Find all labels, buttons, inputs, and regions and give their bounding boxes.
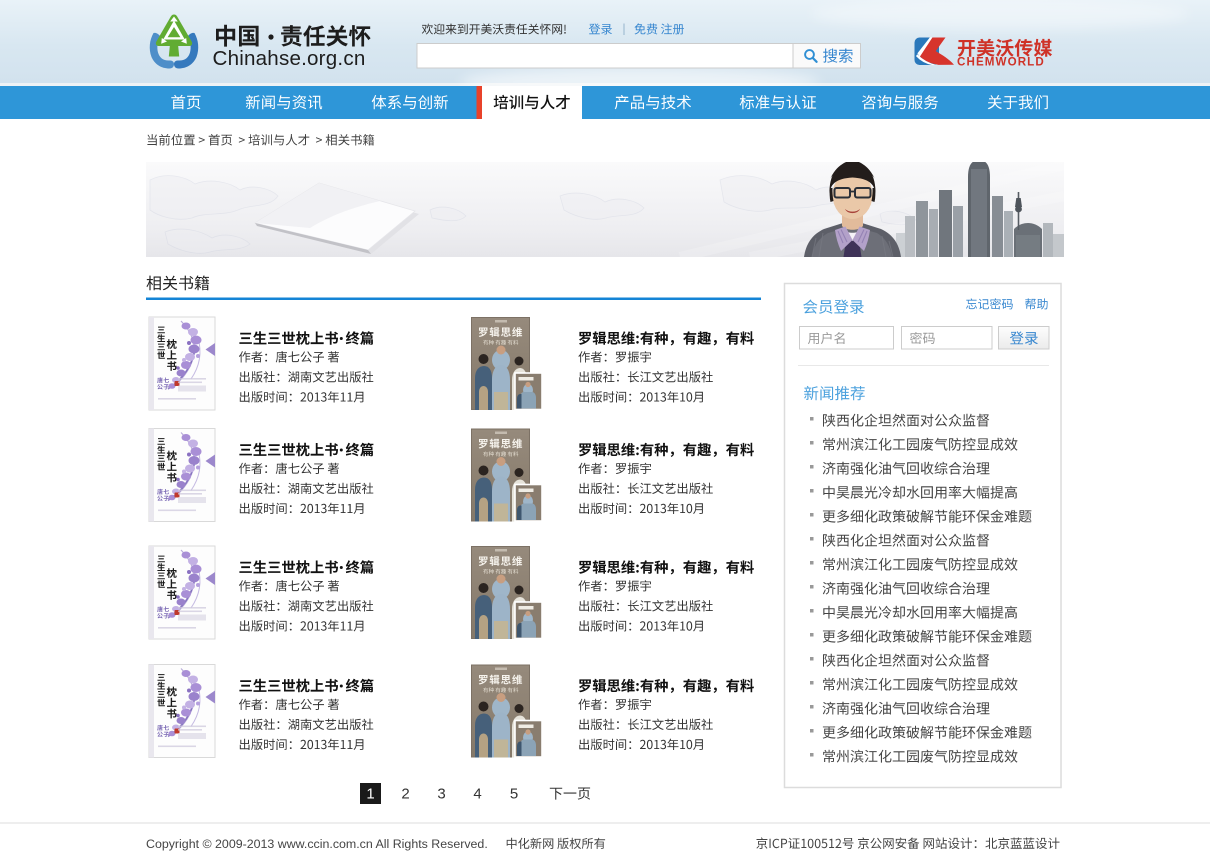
svg-text:4: 4 [473,786,481,803]
svg-text:Chinahse.org.cn: Chinahse.org.cn [213,47,366,70]
svg-text:3: 3 [437,786,445,803]
svg-text:CHEMWORLD: CHEMWORLD [957,56,1045,69]
svg-text:Copyright © 2009-2013 www.ccin: Copyright © 2009-2013 www.ccin.com.cn Al… [146,837,488,851]
svg-text:5: 5 [510,786,518,803]
svg-text:1: 1 [366,786,374,803]
svg-text:2: 2 [401,786,409,803]
